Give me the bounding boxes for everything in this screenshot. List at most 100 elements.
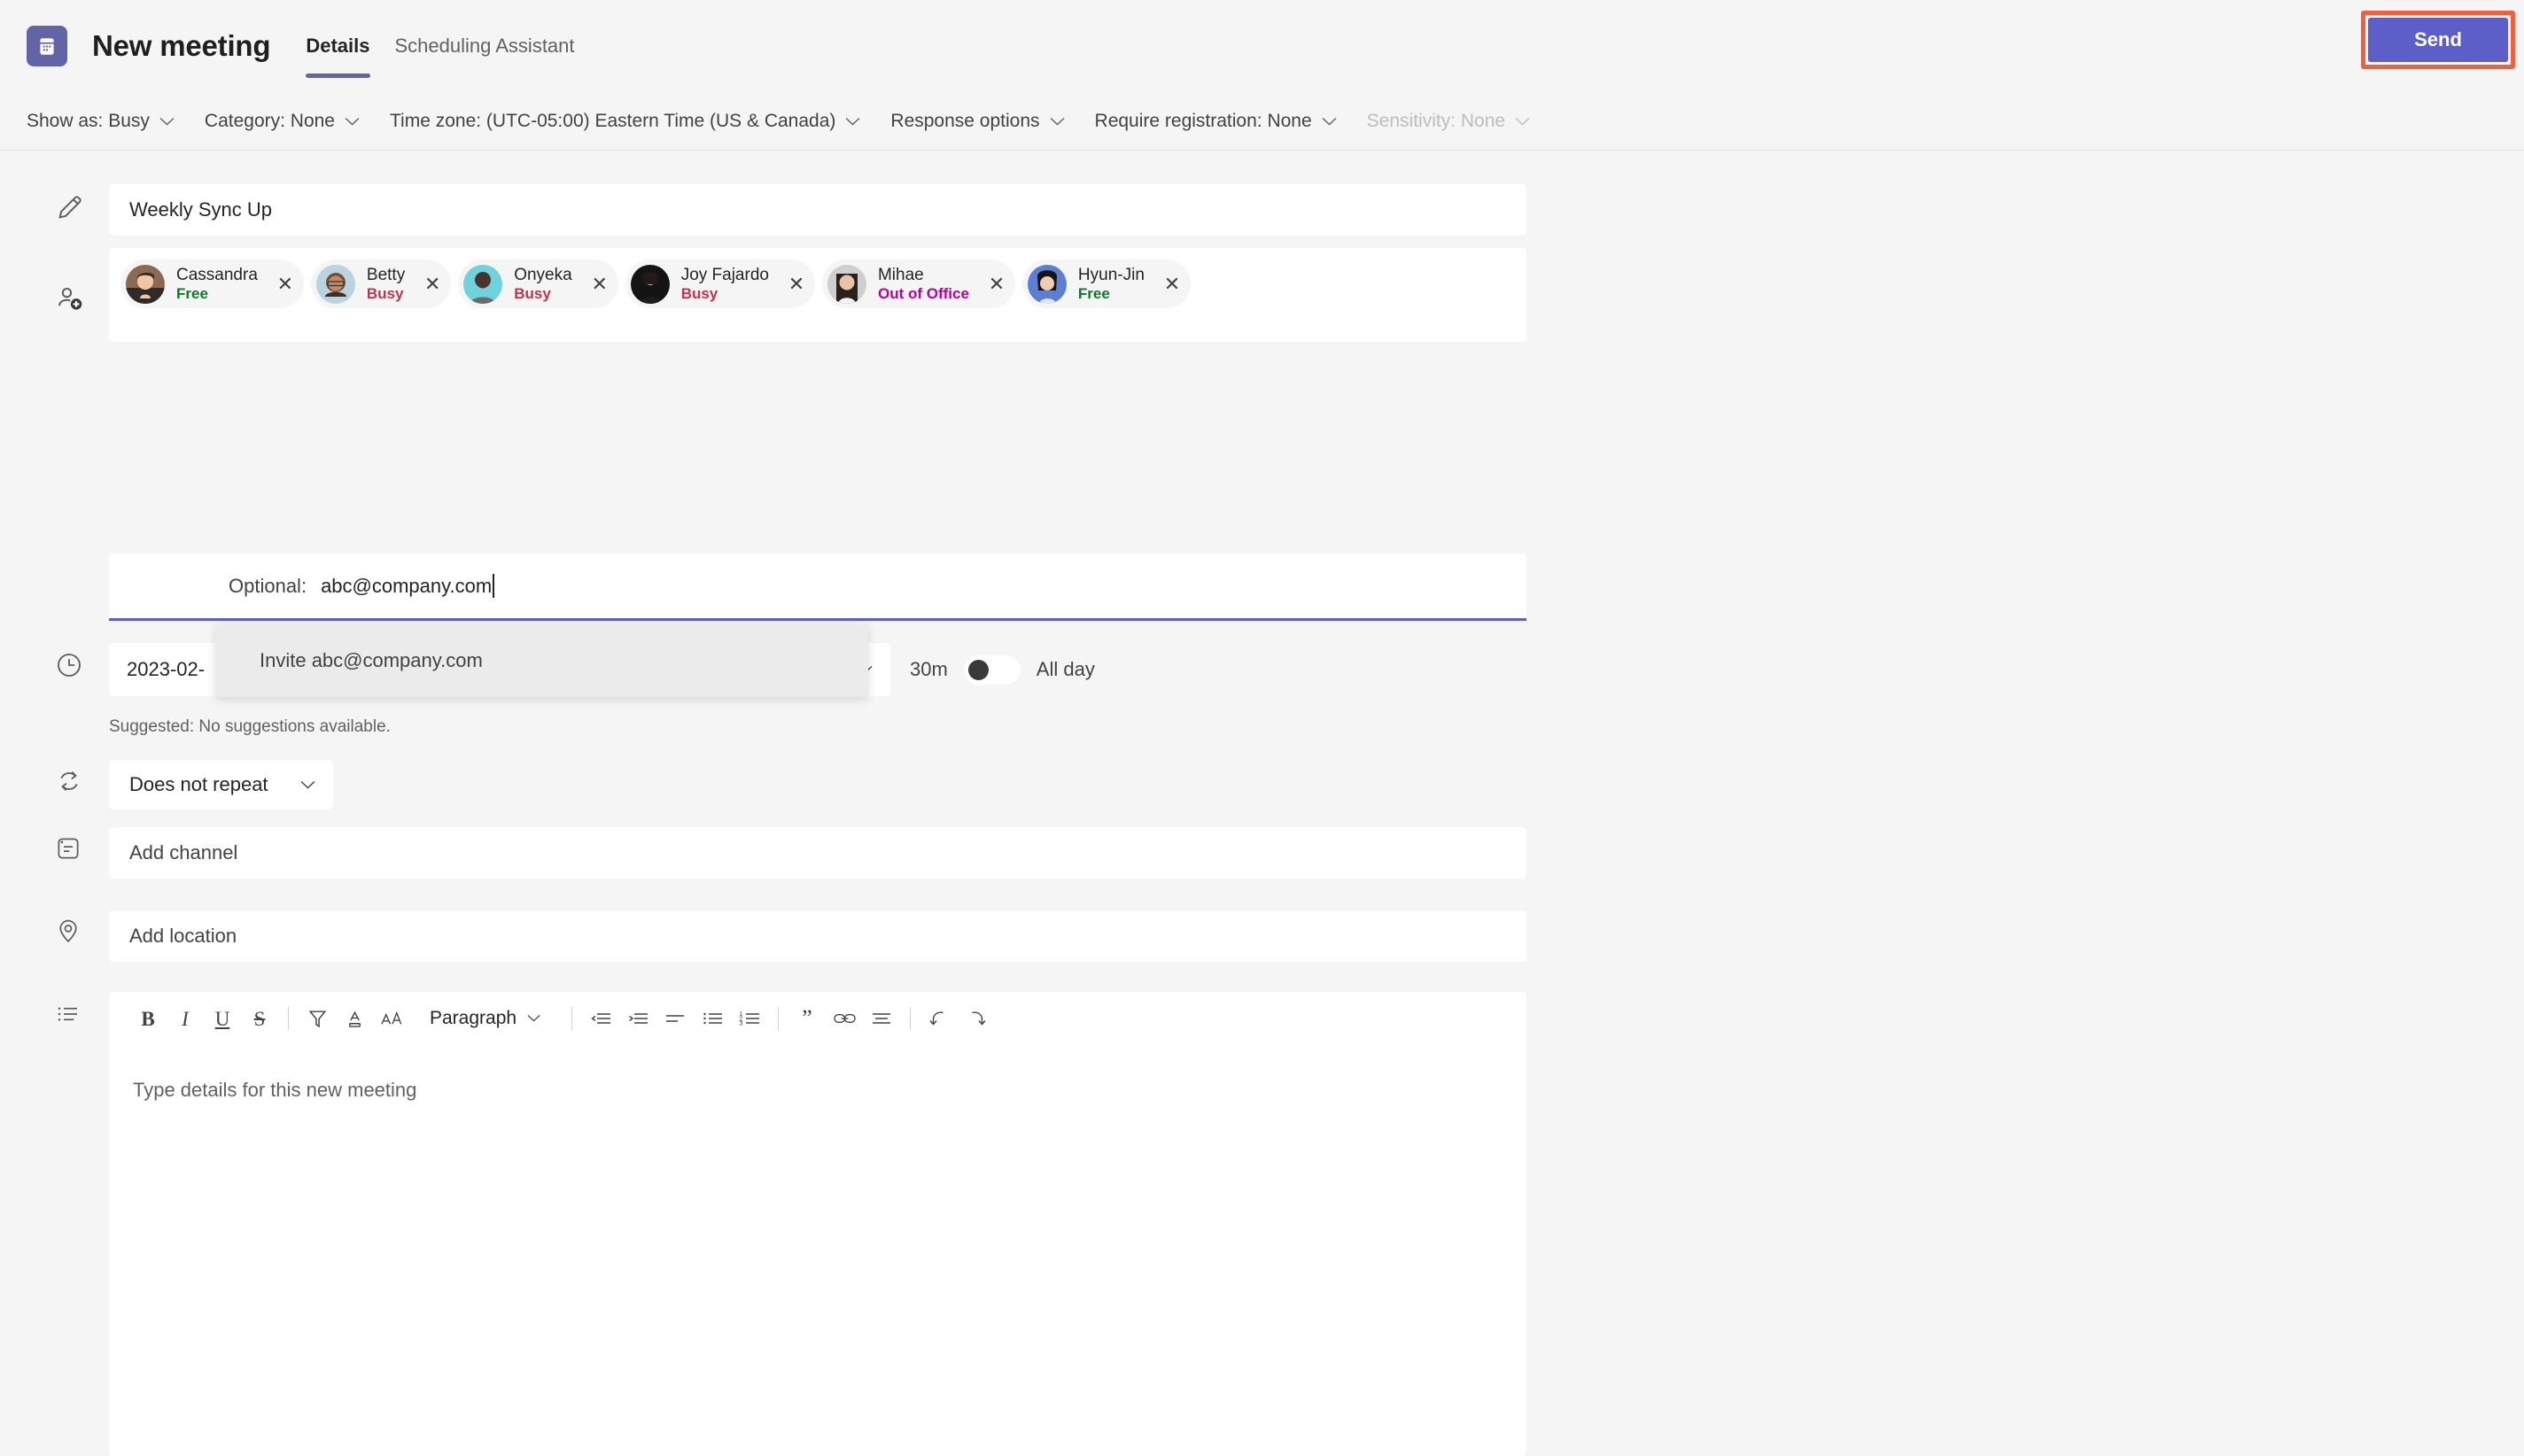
chevron-down-icon: [1515, 117, 1530, 126]
details-list-icon: [55, 1001, 90, 1036]
link-icon[interactable]: [826, 1000, 863, 1037]
attendee-chip[interactable]: Onyeka Busy ✕: [458, 259, 617, 308]
optional-label: Optional:: [109, 575, 307, 598]
sensitivity-label: Sensitivity: None: [1367, 111, 1505, 132]
bulleted-list-icon[interactable]: [694, 1000, 731, 1037]
toolbar-separator: [288, 1007, 289, 1030]
remove-attendee-icon[interactable]: ✕: [586, 271, 613, 298]
attendee-status: Busy: [681, 285, 769, 302]
category-dropdown[interactable]: Category: None: [205, 111, 360, 132]
show-as-label: Show as: Busy: [27, 111, 150, 132]
repeat-icon: [55, 767, 90, 802]
attendee-chip[interactable]: Hyun-Jin Free ✕: [1022, 259, 1191, 308]
decrease-indent-icon[interactable]: [582, 1000, 619, 1037]
strikethrough-glyph: S: [254, 1009, 266, 1029]
send-button[interactable]: Send: [2368, 18, 2508, 62]
require-registration-dropdown[interactable]: Require registration: None: [1095, 111, 1337, 132]
category-label: Category: None: [205, 111, 335, 132]
add-location-input[interactable]: Add location: [109, 910, 1526, 962]
add-location-placeholder: Add location: [129, 925, 237, 948]
meeting-body-placeholder[interactable]: Type details for this new meeting: [109, 1045, 1526, 1102]
align-center-icon[interactable]: [863, 1000, 900, 1037]
invite-suggestion-dropdown[interactable]: Invite abc@company.com: [215, 624, 868, 697]
chevron-down-icon: [845, 117, 860, 126]
underline-icon[interactable]: U: [204, 1000, 241, 1037]
avatar: [316, 265, 355, 304]
quote-icon[interactable]: ”: [788, 1000, 826, 1037]
align-left-icon[interactable]: [656, 1000, 694, 1037]
redo-icon[interactable]: [958, 1000, 995, 1037]
strikethrough-icon[interactable]: S: [241, 1000, 278, 1037]
response-options-dropdown[interactable]: Response options: [890, 111, 1064, 132]
meeting-options-bar: Show as: Busy Category: None Time zone: …: [0, 92, 2524, 151]
font-size-icon[interactable]: [373, 1000, 410, 1037]
recurrence-value: Does not repeat: [129, 773, 268, 796]
invite-suggestion-item[interactable]: Invite abc@company.com: [215, 649, 483, 672]
sensitivity-dropdown[interactable]: Sensitivity: None: [1367, 111, 1530, 132]
show-as-dropdown[interactable]: Show as: Busy: [27, 111, 175, 132]
start-date-value: 2023-02-: [127, 658, 205, 681]
attendee-chip[interactable]: Mihae Out of Office ✕: [822, 259, 1015, 308]
chevron-down-icon: [1322, 117, 1337, 126]
bold-glyph: B: [141, 1009, 154, 1029]
remove-attendee-icon[interactable]: ✕: [783, 271, 810, 298]
attendee-chip[interactable]: Betty Busy ✕: [311, 259, 451, 308]
attendee-name: Onyeka: [514, 266, 571, 284]
remove-attendee-icon[interactable]: ✕: [419, 271, 446, 298]
attendee-chip[interactable]: Cassandra Free ✕: [120, 259, 304, 308]
attendee-name: Mihae: [878, 266, 969, 284]
underline-glyph: U: [215, 1009, 230, 1029]
avatar: [126, 265, 165, 304]
remove-attendee-icon[interactable]: ✕: [983, 271, 1010, 298]
meeting-title-input[interactable]: Weekly Sync Up: [109, 184, 1526, 236]
tab-scheduling-assistant[interactable]: Scheduling Assistant: [383, 0, 587, 92]
attendee-status: Out of Office: [878, 285, 969, 302]
remove-attendee-icon[interactable]: ✕: [1159, 271, 1185, 298]
meeting-details-editor[interactable]: B I U S Paragraph: [109, 992, 1526, 1456]
remove-attendee-icon[interactable]: ✕: [272, 271, 299, 298]
attendee-status: Busy: [514, 285, 571, 302]
chevron-down-icon: [345, 117, 360, 126]
meeting-title-value: Weekly Sync Up: [129, 198, 272, 221]
calendar-icon: [27, 26, 67, 66]
avatar: [1028, 265, 1067, 304]
chevron-down-icon: [1050, 117, 1065, 126]
meeting-form: Weekly Sync Up Cassandra Free ✕: [0, 151, 2524, 1351]
add-channel-input[interactable]: Add channel: [109, 827, 1526, 879]
location-pin-icon: [55, 918, 90, 953]
clock-icon: [55, 651, 90, 686]
paragraph-style-label: Paragraph: [430, 1008, 516, 1029]
page-title: New meeting: [92, 29, 270, 63]
highlight-icon[interactable]: [299, 1000, 336, 1037]
toolbar-separator: [778, 1007, 779, 1030]
all-day-toggle[interactable]: [964, 655, 1021, 685]
numbered-list-icon[interactable]: 123: [731, 1000, 768, 1037]
avatar: [463, 265, 502, 304]
optional-input-value[interactable]: abc@company.com: [321, 574, 494, 598]
optional-attendees-field[interactable]: Optional: abc@company.com: [109, 554, 1526, 621]
chevron-down-icon: [159, 117, 175, 126]
toggle-knob: [968, 660, 989, 680]
paragraph-style-dropdown[interactable]: Paragraph: [417, 1000, 555, 1037]
attendee-name: Hyun-Jin: [1078, 266, 1145, 284]
attendee-info: Mihae Out of Office: [878, 266, 969, 301]
attendee-chip[interactable]: Joy Fajardo Busy ✕: [625, 259, 815, 308]
bold-icon[interactable]: B: [129, 1000, 167, 1037]
channel-icon: [55, 835, 90, 871]
increase-indent-icon[interactable]: [619, 1000, 656, 1037]
recurrence-dropdown[interactable]: Does not repeat: [109, 760, 333, 809]
attendee-info: Cassandra Free: [176, 266, 258, 301]
attendees-field[interactable]: Cassandra Free ✕ Betty Busy ✕: [109, 248, 1526, 342]
attendee-chip-list: Cassandra Free ✕ Betty Busy ✕: [120, 259, 1512, 308]
toolbar-separator: [571, 1007, 572, 1030]
tab-details[interactable]: Details: [293, 0, 382, 92]
optional-input-text: abc@company.com: [321, 575, 492, 597]
font-color-icon[interactable]: [336, 1000, 373, 1037]
time-zone-dropdown[interactable]: Time zone: (UTC-05:00) Eastern Time (US …: [390, 111, 860, 132]
suggested-times-note: Suggested: No suggestions available.: [109, 717, 391, 737]
pencil-icon: [55, 192, 90, 228]
toolbar-separator: [910, 1007, 911, 1030]
attendee-info: Joy Fajardo Busy: [681, 266, 769, 301]
italic-icon[interactable]: I: [167, 1000, 204, 1037]
undo-icon[interactable]: [920, 1000, 958, 1037]
